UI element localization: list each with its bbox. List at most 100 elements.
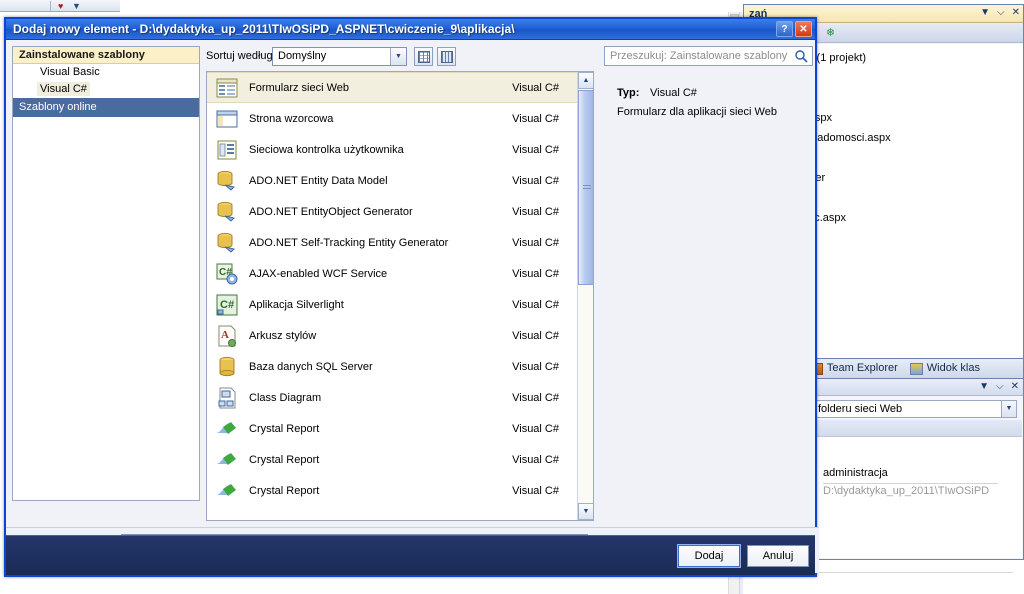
tab-label: Team Explorer (826, 362, 898, 374)
web-user-control-icon (215, 138, 239, 162)
divider (823, 483, 998, 484)
cancel-button[interactable]: Anuluj (747, 545, 809, 567)
crystal-report-icon (215, 448, 239, 472)
online-templates-group[interactable]: Szablony online (13, 98, 199, 117)
crystal-report-icon (215, 479, 239, 503)
template-language: Visual C# (512, 453, 559, 466)
heart-icon[interactable]: ♥ (58, 1, 63, 11)
template-category-visual-csharp[interactable]: Visual C# (13, 81, 199, 98)
sort-by-value: Domyślny (278, 50, 327, 62)
large-icons-view-button[interactable] (414, 47, 433, 66)
template-category-label: Visual Basic (40, 66, 100, 78)
template-list-item[interactable]: Strona wzorcowa Visual C# (207, 103, 577, 134)
chevron-down-icon[interactable]: ▼ (72, 1, 81, 11)
dialog-titlebar[interactable]: Dodaj nowy element - D:\dydaktyka_up_201… (6, 19, 815, 40)
class-view-icon (909, 362, 923, 375)
template-name: ADO.NET EntityObject Generator (249, 205, 413, 218)
scrollbar-thumb[interactable] (578, 90, 593, 285)
close-button[interactable]: ✕ (795, 21, 812, 37)
template-name: ADO.NET Entity Data Model (249, 174, 388, 187)
add-new-item-dialog: Dodaj nowy element - D:\dydaktyka_up_201… (4, 17, 819, 577)
template-language: Visual C# (512, 143, 559, 156)
template-list-item[interactable]: Crystal Report Visual C# (207, 475, 577, 506)
template-name: AJAX-enabled WCF Service (249, 267, 388, 280)
tab-class-view[interactable]: Widok klas (904, 359, 986, 378)
template-language: Visual C# (512, 422, 559, 435)
tab-team-explorer[interactable]: Team Explorer (804, 359, 904, 378)
sql-database-icon (215, 355, 239, 379)
chevron-down-icon[interactable]: ▼ (980, 7, 990, 19)
template-list-item[interactable]: Formularz sieci Web Visual C# (207, 72, 577, 103)
template-list-item[interactable]: Sieciowa kontrolka użytkownika Visual C# (207, 134, 577, 165)
template-list-item[interactable]: ADO.NET EntityObject Generator Visual C# (207, 196, 577, 227)
scroll-down-button[interactable]: ▼ (578, 503, 593, 520)
pin-icon[interactable]: ⌵ (997, 7, 1005, 19)
entity-data-model-icon (215, 169, 239, 193)
entity-object-generator-icon (215, 200, 239, 224)
template-language: Visual C# (512, 205, 559, 218)
template-list[interactable]: Formularz sieci Web Visual C# Strona wzo… (206, 71, 594, 521)
template-name: Strona wzorcowa (249, 112, 334, 125)
search-icon[interactable] (794, 49, 808, 63)
template-language: Visual C# (512, 236, 559, 249)
template-language: Visual C# (512, 81, 559, 94)
sort-label: Sortuj według: (206, 50, 276, 62)
crystal-report-icon (215, 417, 239, 441)
dialog-title-buttons: ? ✕ (776, 21, 812, 37)
template-list-item[interactable]: Crystal Report Visual C# (207, 444, 577, 475)
template-list-item[interactable]: ADO.NET Entity Data Model Visual C# (207, 165, 577, 196)
template-list-item[interactable]: C# Aplikacja Silverlight Visual C# (207, 289, 577, 320)
chevron-down-icon[interactable]: ▼ (979, 381, 989, 393)
search-input[interactable]: Przeszukuj: Zainstalowane szablony (604, 46, 813, 66)
template-list-item[interactable]: C# AJAX-enabled WCF Service Visual C# (207, 258, 577, 289)
properties-title-buttons: ▼ ⌵ ✕ (979, 381, 1019, 393)
add-button[interactable]: Dodaj (678, 545, 740, 567)
template-name: Crystal Report (249, 422, 320, 435)
template-list-item[interactable]: A Arkusz stylów Visual C# (207, 320, 577, 351)
property-value: D:\dydaktyka_up_2011\TIwOSiPD (823, 485, 990, 497)
silverlight-app-icon: C# (215, 293, 239, 317)
info-type-label: Typ: (617, 87, 640, 99)
template-language: Visual C# (512, 112, 559, 125)
class-diagram-icon (215, 386, 239, 410)
template-list-item[interactable]: Baza danych SQL Server Visual C# (207, 351, 577, 382)
template-category-label: Visual C# (37, 82, 90, 96)
template-list-scrollbar[interactable]: ▲ ▼ (577, 72, 593, 520)
dialog-body: Zainstalowane szablony Visual Basic Visu… (6, 40, 819, 575)
template-list-item[interactable]: Crystal Report Visual C# (207, 413, 577, 444)
dialog-button-strip: Dodaj Anuluj (6, 535, 815, 575)
close-icon[interactable]: ✕ (1012, 7, 1020, 19)
chevron-down-icon[interactable]: ▼ (1001, 401, 1016, 417)
scrollbar-grip-icon (583, 184, 591, 191)
template-list-item[interactable]: ADO.NET Self-Tracking Entity Generator V… (207, 227, 577, 258)
info-description: Formularz dla aplikacji sieci Web (617, 106, 777, 118)
template-name: Crystal Report (249, 484, 320, 497)
master-page-icon (215, 107, 239, 131)
template-name: Sieciowa kontrolka użytkownika (249, 143, 404, 156)
web-form-icon (215, 76, 239, 100)
help-button[interactable]: ? (776, 21, 793, 37)
template-name: Class Diagram (249, 391, 322, 404)
template-language: Visual C# (512, 174, 559, 187)
list-view-button[interactable] (437, 47, 456, 66)
template-name: Formularz sieci Web (249, 81, 350, 94)
scroll-up-button[interactable]: ▲ (578, 72, 593, 89)
sort-by-select[interactable]: Domyślny ▼ (272, 47, 407, 66)
property-value: administracja (823, 467, 888, 479)
close-icon[interactable]: ✕ (1011, 381, 1019, 393)
template-language: Visual C# (512, 298, 559, 311)
template-name: Aplikacja Silverlight (249, 298, 344, 311)
large-icons-view-icon (417, 50, 430, 63)
toolbar-separator (50, 1, 51, 11)
template-list-item[interactable]: Class Diagram Visual C# (207, 382, 577, 413)
chevron-down-icon[interactable]: ▼ (390, 48, 406, 65)
nest-related-files-icon[interactable]: ❄ (822, 25, 839, 41)
pin-icon[interactable]: ⌵ (996, 381, 1004, 393)
wcf-service-icon: C# (215, 262, 239, 286)
template-language: Visual C# (512, 267, 559, 280)
template-category-visual-basic[interactable]: Visual Basic (13, 64, 199, 81)
installed-templates-panel: Zainstalowane szablony Visual Basic Visu… (12, 46, 200, 501)
template-list-rows: Formularz sieci Web Visual C# Strona wzo… (207, 72, 577, 520)
solution-explorer-title-buttons: ▼ ⌵ ✕ (980, 7, 1020, 19)
info-type-value: Visual C# (650, 87, 697, 99)
